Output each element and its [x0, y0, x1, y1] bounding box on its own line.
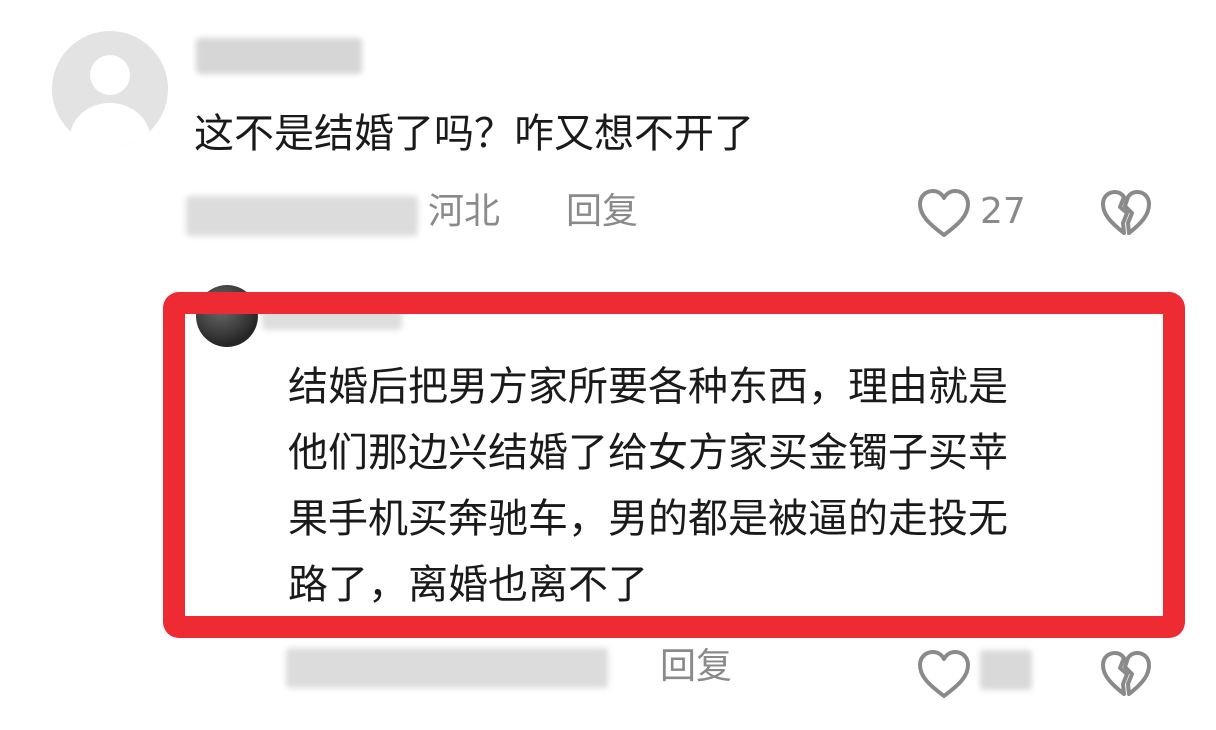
username-blurred[interactable] — [196, 38, 362, 74]
reply-button[interactable]: 回复 — [566, 190, 638, 234]
reply-button[interactable]: 回复 — [660, 645, 732, 689]
reply-like-count-blurred — [980, 650, 1032, 690]
timestamp-blurred — [186, 196, 418, 236]
reply-timestamp-blurred — [286, 648, 608, 688]
avatar-head-shape — [90, 55, 130, 95]
comment-location: 河北 — [428, 191, 501, 232]
heart-outline-icon[interactable] — [916, 187, 972, 239]
comment-text: 这不是结婚了吗？咋又想不开了 — [194, 111, 754, 157]
like-count: 27 — [980, 191, 1026, 232]
red-highlight-box — [163, 292, 1185, 638]
avatar-body-shape — [70, 103, 150, 147]
broken-heart-icon[interactable] — [1098, 648, 1154, 700]
broken-heart-icon[interactable] — [1098, 187, 1154, 239]
avatar[interactable] — [52, 31, 168, 147]
heart-outline-icon[interactable] — [916, 648, 972, 700]
